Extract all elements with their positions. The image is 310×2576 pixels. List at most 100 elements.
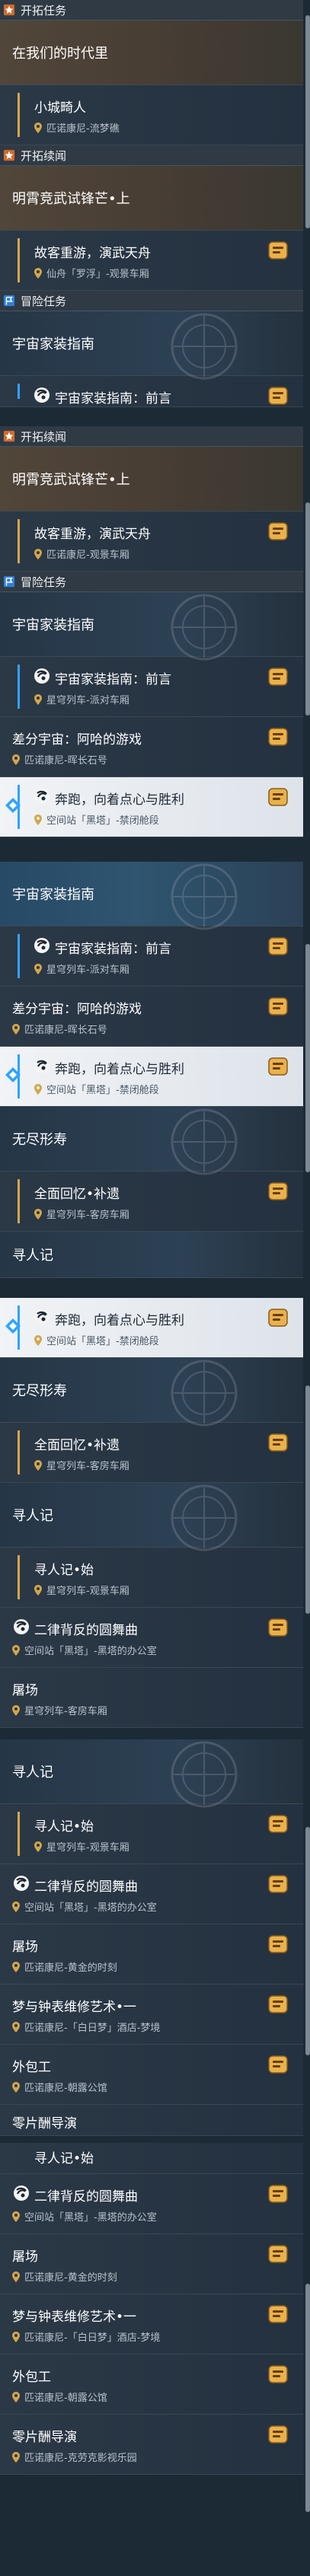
mission-item[interactable]: 故客重游，演武天舟 匹诺康尼-观景车厢 bbox=[0, 512, 303, 572]
item-location: 匹诺康尼-黄金的时刻 bbox=[12, 2269, 117, 2284]
item-location: 匹诺康尼-「白日梦」酒店-梦境 bbox=[12, 2329, 160, 2344]
mission-type-icon bbox=[12, 1874, 30, 1892]
location-text: 星穹列车-观景车厢 bbox=[46, 1586, 129, 1597]
location-text: 匹诺康尼-朝露公馆 bbox=[24, 2393, 107, 2404]
mission-item-active[interactable]: 奔跑，向着点心与胜利 空间站「黑塔」-禁闭舱段 bbox=[0, 777, 303, 837]
mission-item-active[interactable]: 奔跑，向着点心与胜利 空间站「黑塔」-禁闭舱段 bbox=[0, 1047, 303, 1107]
mission-type-icon bbox=[33, 787, 51, 805]
item-bar bbox=[18, 1812, 20, 1856]
mission-item[interactable]: 寻人记•始 星穹列车-观景车厢 bbox=[0, 1804, 303, 1864]
location-pin-icon bbox=[12, 2211, 20, 2222]
category-label: 开拓续闻 bbox=[21, 148, 67, 163]
mission-type-icon bbox=[33, 1057, 51, 1075]
item-location: 星穹列车-观景车厢 bbox=[34, 1839, 129, 1854]
item-title: 二律背反的圆舞曲 bbox=[34, 1623, 138, 1638]
location-text: 空间站「黑塔」-禁闭舱段 bbox=[46, 1085, 159, 1096]
item-title: 零片酬导演 bbox=[12, 2116, 77, 2131]
mission-item[interactable]: 二律背反的圆舞曲 空间站「黑塔」-黑塔的办公室 bbox=[0, 2174, 303, 2234]
mission-banner[interactable]: 无尽形寿 bbox=[0, 1358, 303, 1423]
item-location: 星穹列车-客房车厢 bbox=[34, 1458, 129, 1472]
mission-item[interactable]: 全面回忆•补遗 星穹列车-客房车厢 bbox=[0, 1172, 303, 1232]
mission-item[interactable]: 屠场 匹诺康尼-黄金的时刻 bbox=[0, 2234, 303, 2294]
mission-item[interactable]: 梦与钟表维修艺术•一 匹诺康尼-「白日梦」酒店-梦境 bbox=[0, 1985, 303, 2045]
mission-item[interactable]: 零片酬导演 匹诺康尼-克劳克影视乐园 bbox=[0, 2415, 303, 2475]
mission-item[interactable]: 外包工 匹诺康尼-朝露公馆 bbox=[0, 2354, 303, 2415]
mission-banner[interactable]: 明霄竞武试锋芒•上 bbox=[0, 166, 303, 231]
item-title: 宇宙家装指南：前言 bbox=[55, 391, 171, 406]
mission-item[interactable]: 小城畸人 匹诺康尼-流梦礁 bbox=[0, 85, 303, 145]
location-text: 星穹列车-派对车厢 bbox=[46, 964, 129, 976]
section-2: 开拓续闻 明霄竞武试锋芒•上 故客重游，演武天舟 匹诺康尼-观景车厢 冒险任务 … bbox=[0, 426, 303, 837]
scrollbar-thumb[interactable] bbox=[305, 1385, 310, 1614]
banner-title: 宇宙家装指南 bbox=[12, 887, 94, 903]
mission-type-icon bbox=[33, 1308, 51, 1326]
reward-badge-icon bbox=[267, 385, 289, 407]
mission-item[interactable]: 屠场 匹诺康尼-黄金的时刻 bbox=[0, 1924, 303, 1985]
location-text: 星穹列车-派对车厢 bbox=[46, 695, 129, 706]
item-bar bbox=[18, 665, 20, 709]
category-label: 开拓续闻 bbox=[21, 429, 67, 444]
item-title: 外包工 bbox=[12, 2370, 51, 2385]
item-location: 星穹列车-派对车厢 bbox=[34, 961, 129, 976]
mission-item[interactable]: 全面回忆•补遗 星穹列车-客房车厢 bbox=[0, 1423, 303, 1483]
scrollbar-thumb[interactable] bbox=[305, 1827, 310, 2055]
mission-banner[interactable]: 寻人记 bbox=[0, 1232, 303, 1278]
mission-item[interactable]: 外包工 匹诺康尼-朝露公馆 bbox=[0, 2045, 303, 2105]
scrollbar-thumb[interactable] bbox=[305, 944, 310, 1172]
location-pin-icon bbox=[12, 2332, 20, 2342]
item-location: 空间站「黑塔」-禁闭舱段 bbox=[34, 1333, 159, 1347]
mission-item[interactable]: 宇宙家装指南：前言 星穹列车-派对车厢 bbox=[0, 926, 303, 987]
mission-banner[interactable]: 明霄竞武试锋芒•上 bbox=[0, 447, 303, 512]
mission-item[interactable]: 二律背反的圆舞曲 空间站「黑塔」-黑塔的办公室 bbox=[0, 1864, 303, 1924]
mission-item[interactable]: 梦与钟表维修艺术•一 匹诺康尼-「白日梦」酒店-梦境 bbox=[0, 2294, 303, 2354]
item-bar bbox=[18, 1555, 20, 1599]
reward-badge-icon bbox=[267, 1813, 289, 1836]
mission-item-active[interactable]: 奔跑，向着点心与胜利 空间站「黑塔」-禁闭舱段 bbox=[0, 1298, 303, 1358]
scrollbar-thumb[interactable] bbox=[305, 2284, 310, 2512]
mission-item[interactable]: 二律背反的圆舞曲 空间站「黑塔」-黑塔的办公室 bbox=[0, 1608, 303, 1668]
mission-item[interactable]: 故客重游，演武天舟 仙舟「罗浮」-观景车厢 bbox=[0, 231, 303, 291]
section-5: 寻人记 寻人记•始 星穹列车-观景车厢 二律背反的圆舞曲 空间站「黑塔」-黑塔的… bbox=[0, 1739, 303, 2136]
mission-item[interactable]: 差分宇宙：阿哈的游戏 匹诺康尼-晖长石号 bbox=[0, 987, 303, 1047]
location-pin-icon bbox=[34, 694, 42, 705]
mission-item[interactable]: 宇宙家装指南：前言 bbox=[0, 376, 303, 407]
emblem-decoration-icon bbox=[158, 1104, 250, 1180]
scrollbar-thumb[interactable] bbox=[305, 15, 310, 228]
item-title: 屠场 bbox=[12, 1940, 38, 1955]
mission-banner[interactable]: 宇宙家装指南 bbox=[0, 592, 303, 657]
mission-item[interactable]: 寻人记•始 bbox=[0, 2143, 303, 2174]
item-location: 匹诺康尼-观景车厢 bbox=[34, 547, 129, 561]
scrollbar-thumb[interactable] bbox=[305, 502, 310, 716]
item-title: 梦与钟表维修艺术•一 bbox=[12, 2310, 137, 2325]
mission-banner[interactable]: 无尽形寿 bbox=[0, 1107, 303, 1172]
location-text: 星穹列车-客房车厢 bbox=[46, 1461, 129, 1472]
location-text: 匹诺康尼-晖长石号 bbox=[24, 1025, 107, 1036]
mission-banner[interactable]: 宇宙家装指南 bbox=[0, 862, 303, 926]
mission-banner[interactable]: 寻人记 bbox=[0, 1483, 303, 1548]
mission-item[interactable]: 屠场 星穹列车-客房车厢 bbox=[0, 1668, 303, 1728]
item-location: 空间站「黑塔」-黑塔的办公室 bbox=[12, 1643, 157, 1657]
mission-banner[interactable]: 寻人记 bbox=[0, 1739, 303, 1804]
mission-banner[interactable]: 在我们的时代里 bbox=[0, 21, 303, 85]
location-pin-icon bbox=[34, 815, 42, 825]
mission-item[interactable]: 差分宇宙：阿哈的游戏 匹诺康尼-晖长石号 bbox=[0, 717, 303, 777]
reward-badge-icon bbox=[267, 666, 289, 689]
item-location: 空间站「黑塔」-黑塔的办公室 bbox=[12, 1899, 157, 1914]
mission-item[interactable]: 寻人记•始 星穹列车-观景车厢 bbox=[0, 1548, 303, 1608]
reward-badge-icon bbox=[267, 1307, 289, 1330]
mission-banner[interactable]: 宇宙家装指南 bbox=[0, 311, 303, 376]
trailblaze-continuance-icon bbox=[2, 429, 16, 443]
item-title: 外包工 bbox=[12, 2060, 51, 2075]
mission-type-icon bbox=[12, 2184, 30, 2202]
mission-item[interactable]: 宇宙家装指南：前言 星穹列车-派对车厢 bbox=[0, 657, 303, 717]
banner-title: 无尽形寿 bbox=[12, 1383, 67, 1399]
location-pin-icon bbox=[34, 1335, 42, 1346]
mission-item[interactable]: 零片酬导演 bbox=[0, 2105, 303, 2136]
item-bar bbox=[18, 785, 20, 829]
location-text: 空间站「黑塔」-黑塔的办公室 bbox=[24, 1646, 157, 1657]
item-title: 屠场 bbox=[12, 1683, 38, 1698]
item-location: 星穹列车-客房车厢 bbox=[34, 1207, 129, 1221]
item-location: 匹诺康尼-「白日梦」酒店-梦境 bbox=[12, 2020, 160, 2034]
item-location: 匹诺康尼-朝露公馆 bbox=[12, 2389, 107, 2404]
adventure-mission-icon bbox=[2, 294, 16, 308]
